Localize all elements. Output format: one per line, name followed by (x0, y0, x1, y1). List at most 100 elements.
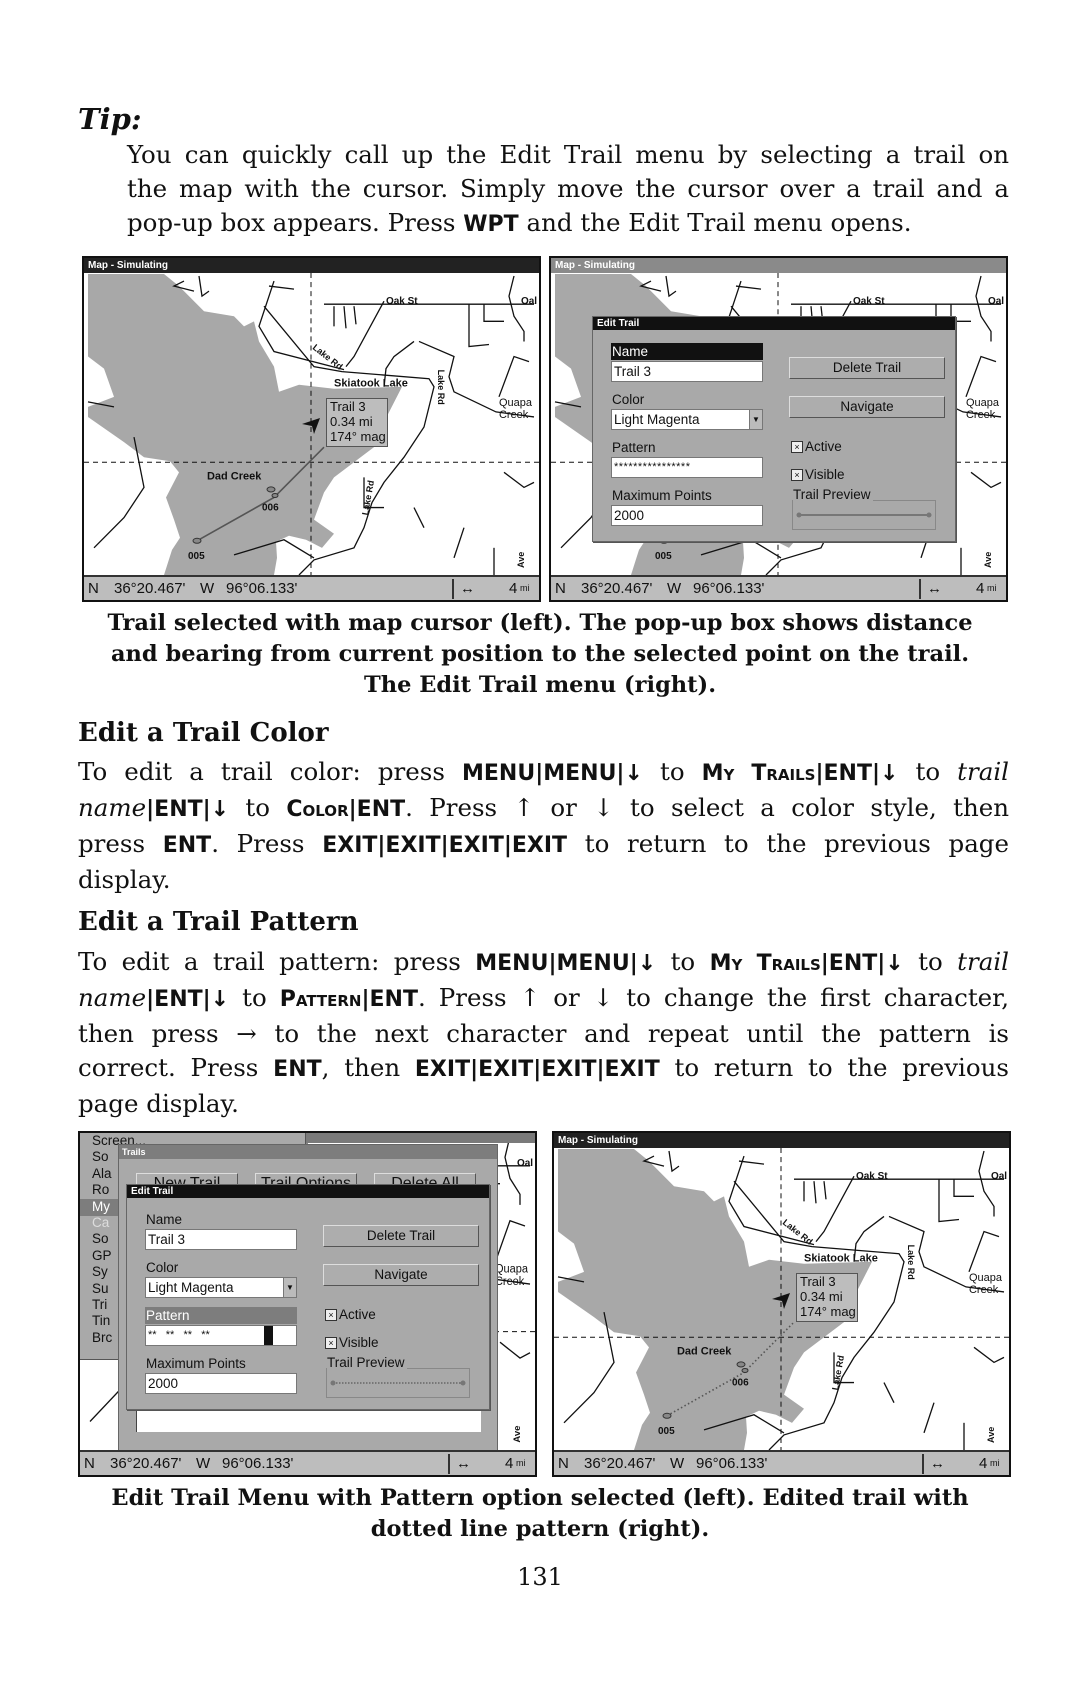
text-segment: to (903, 947, 958, 976)
menu-item[interactable]: So (92, 1231, 109, 1246)
pattern-value: ** ** ** ** (148, 1329, 210, 1341)
text-segment: then press → to the next character and r… (78, 1019, 1009, 1048)
page-number: 131 (517, 1563, 563, 1591)
dropdown-arrow-icon[interactable]: ▼ (283, 1278, 296, 1297)
text-line: To edit a trail color: press MENU|MENU|↓… (78, 755, 1009, 791)
label-dad-creek: Dad Creek (207, 470, 262, 482)
map-screen-cursor: Map - Simulating Oak St Oal Skiatook Lak… (82, 256, 541, 602)
longitude: 96°06.133' (222, 1455, 294, 1472)
text-line: display. (78, 863, 1009, 897)
checkbox-checked-icon: × (791, 441, 803, 453)
latitude: 36°20.467' (110, 1455, 182, 1472)
visible-checkbox[interactable]: × Visible (791, 467, 845, 482)
delete-trail-button[interactable]: Delete Trail (789, 357, 945, 379)
text-segment: to (642, 757, 702, 786)
trails-menu-screen: Oak St Oal Skiatook Lake Lake Rd Lake Rd… (78, 1131, 537, 1477)
checkbox-checked-icon: × (325, 1309, 337, 1321)
scale-unit: mi (516, 1458, 526, 1468)
label-dad-creek: Dad Creek (677, 1345, 732, 1357)
popup-trail-name: Trail 3 (800, 1274, 836, 1289)
label-lake-rd-2: Lake Rd (436, 370, 446, 405)
name-input[interactable]: Trail 3 (611, 361, 763, 382)
key-name: My Trails (701, 761, 816, 786)
menu-item[interactable]: GP (92, 1248, 112, 1263)
trail-popup[interactable]: Trail 3 0.34 mi 174° mag (796, 1273, 858, 1322)
popup-distance: 0.34 mi (330, 414, 373, 429)
color-select[interactable]: Light Magenta ▼ (145, 1277, 297, 1298)
figure-caption-top: Trail selected with map cursor (left). T… (60, 608, 1020, 701)
caption-line: and bearing from current position to the… (110, 641, 970, 667)
text-segment: name (78, 793, 147, 822)
name-input[interactable]: Trail 3 (145, 1229, 297, 1250)
visible-label: Visible (339, 1335, 379, 1350)
scale-value: 4 (976, 580, 985, 597)
color-select[interactable]: Light Magenta ▼ (611, 409, 763, 430)
visible-label: Visible (805, 467, 845, 482)
visible-checkbox[interactable]: × Visible (325, 1335, 379, 1350)
key-name: |ENT|↓ (146, 797, 230, 822)
key-name: |ENT|↓ (820, 951, 904, 976)
text-line: correct. Press ENT, then EXIT|EXIT|EXIT|… (78, 1051, 1009, 1087)
trail-popup[interactable]: Trail 3 0.34 mi 174° mag (326, 398, 388, 447)
menu-item[interactable]: Tin (92, 1313, 110, 1328)
dropdown-arrow-icon[interactable]: ▼ (749, 410, 762, 429)
menu-item[interactable]: Tri (92, 1297, 107, 1312)
latitude: 36°20.467' (581, 580, 653, 597)
key-name: |ENT (348, 797, 406, 822)
menu-item[interactable]: Brc (92, 1330, 112, 1345)
key-name: |ENT|↓ (146, 987, 230, 1012)
label-ave: Ave (983, 552, 993, 568)
menu-item[interactable]: Ro (92, 1182, 109, 1197)
name-label: Name (611, 343, 763, 360)
scale-arrow-icon: ↔ (930, 1455, 945, 1472)
lon-hemisphere: W (200, 580, 215, 597)
caption-line: dotted line pattern (right). (370, 1516, 710, 1542)
color-value: Light Magenta (614, 412, 700, 427)
text-segment: To edit a trail pattern: press (78, 947, 476, 976)
key-name: |ENT|↓ (815, 761, 899, 786)
longitude: 96°06.133' (226, 580, 298, 597)
scale-value: 4 (979, 1455, 988, 1472)
lat-hemisphere: N (555, 580, 566, 597)
menu-item[interactable]: So (92, 1149, 109, 1164)
max-points-label: Maximum Points (146, 1356, 246, 1371)
menu-item[interactable]: Su (92, 1281, 109, 1296)
menu-item[interactable]: My (92, 1199, 110, 1214)
text-segment: . Press ↑ or ↓ to change the first chara… (417, 983, 1009, 1012)
label-oak-st: Oak St (856, 1171, 888, 1182)
label-oal: Oal (521, 296, 537, 307)
active-label: Active (805, 439, 842, 454)
delete-trail-button[interactable]: Delete Trail (323, 1225, 479, 1247)
key-name: EXIT|EXIT|EXIT|EXIT (414, 1057, 660, 1082)
key-name: |ENT (361, 987, 418, 1012)
trail-preview-label: Trail Preview (793, 487, 873, 502)
trails-list[interactable] (136, 1410, 481, 1432)
active-checkbox[interactable]: × Active (791, 439, 842, 454)
divider (922, 1454, 924, 1474)
color-value: Light Magenta (148, 1280, 234, 1295)
max-points-input[interactable]: 2000 (611, 505, 763, 526)
scale-value: 4 (505, 1455, 514, 1472)
navigate-button[interactable]: Navigate (789, 396, 945, 418)
key-name: MENU|MENU|↓ (462, 761, 643, 786)
dialog-title: Edit Trail (593, 317, 955, 330)
status-bar: N 36°20.467' W 96°06.133' ↔ 4 mi (551, 575, 1006, 600)
edit-trail-dialog: Edit Trail Name Trail 3 Color Light Mage… (592, 316, 956, 542)
key-name: ENT (162, 833, 212, 858)
active-checkbox[interactable]: × Active (325, 1307, 376, 1322)
pattern-input[interactable]: **************** (611, 457, 763, 478)
waypoint-icon[interactable] (662, 1412, 672, 1419)
pattern-input[interactable]: ** ** ** ** (145, 1325, 297, 1346)
text-line: press ENT. Press EXIT|EXIT|EXIT|EXIT to … (78, 827, 1009, 863)
label-quapa: Quapa (966, 397, 1000, 409)
text-line: To edit a trail pattern: press MENU|MENU… (78, 945, 1009, 981)
text-line: pop-up box appears. Press WPT and the Ed… (127, 206, 1009, 242)
menu-item[interactable]: Ca (92, 1215, 109, 1230)
menu-item[interactable]: Sy (92, 1264, 108, 1279)
scale-unit: mi (987, 583, 997, 593)
navigate-button[interactable]: Navigate (323, 1264, 479, 1286)
max-points-input[interactable]: 2000 (145, 1373, 297, 1394)
waypoint-icon[interactable] (192, 537, 202, 544)
trail-preview-box (792, 500, 936, 530)
menu-item[interactable]: Ala (92, 1166, 112, 1181)
